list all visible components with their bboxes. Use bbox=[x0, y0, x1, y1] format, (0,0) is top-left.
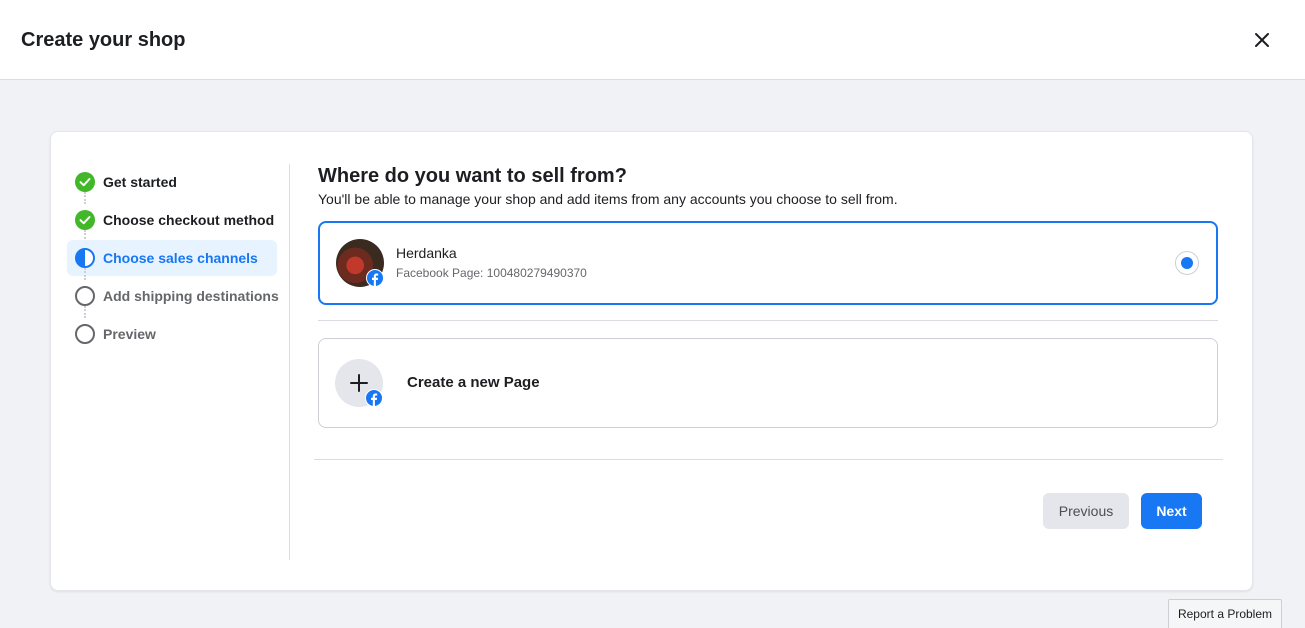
page-id: Facebook Page: 100480279490370 bbox=[396, 266, 587, 280]
page-title: Create your shop bbox=[21, 29, 186, 51]
report-problem-button[interactable]: Report a Problem bbox=[1168, 599, 1282, 628]
step-list: Get started Choose checkout method Choos… bbox=[67, 164, 279, 354]
facebook-icon bbox=[365, 389, 383, 407]
half-circle-icon bbox=[75, 248, 95, 268]
step-label: Preview bbox=[103, 326, 156, 342]
top-bar: Create your shop bbox=[0, 0, 1305, 80]
next-button[interactable]: Next bbox=[1141, 493, 1202, 529]
step-label: Get started bbox=[103, 174, 177, 190]
step-sales-channels[interactable]: Choose sales channels bbox=[67, 240, 277, 280]
option-divider bbox=[318, 320, 1218, 321]
section-subtitle: You'll be able to manage your shop and a… bbox=[318, 191, 898, 207]
create-page-option[interactable]: Create a new Page bbox=[318, 338, 1218, 428]
radio-selected-dot bbox=[1181, 257, 1193, 269]
empty-circle-icon bbox=[75, 286, 95, 306]
page-avatar bbox=[336, 239, 384, 287]
step-checkout-method[interactable]: Choose checkout method bbox=[67, 202, 277, 242]
create-page-label: Create a new Page bbox=[407, 374, 540, 391]
check-circle-icon bbox=[75, 172, 95, 192]
previous-button[interactable]: Previous bbox=[1043, 493, 1129, 529]
step-get-started[interactable]: Get started bbox=[67, 164, 277, 204]
page-name: Herdanka bbox=[396, 245, 457, 261]
step-label: Add shipping destinations bbox=[103, 288, 279, 304]
empty-circle-icon bbox=[75, 324, 95, 344]
create-page-avatar bbox=[335, 359, 383, 407]
page-option-herdanka[interactable]: Herdanka Facebook Page: 100480279490370 bbox=[318, 221, 1218, 305]
step-label: Choose sales channels bbox=[103, 250, 258, 266]
shop-setup-card: Get started Choose checkout method Choos… bbox=[50, 131, 1253, 591]
sales-channel-panel: Where do you want to sell from? You'll b… bbox=[314, 164, 1223, 529]
close-button[interactable] bbox=[1250, 28, 1274, 52]
page-radio-button[interactable] bbox=[1175, 251, 1199, 275]
close-icon bbox=[1255, 33, 1269, 47]
check-circle-icon bbox=[75, 210, 95, 230]
section-title: Where do you want to sell from? bbox=[318, 165, 627, 187]
footer-divider bbox=[314, 459, 1223, 460]
facebook-icon bbox=[366, 269, 384, 287]
vertical-divider bbox=[289, 164, 290, 560]
step-preview[interactable]: Preview bbox=[67, 316, 277, 352]
step-label: Choose checkout method bbox=[103, 212, 275, 228]
step-shipping-destinations[interactable]: Add shipping destinations bbox=[67, 278, 279, 318]
